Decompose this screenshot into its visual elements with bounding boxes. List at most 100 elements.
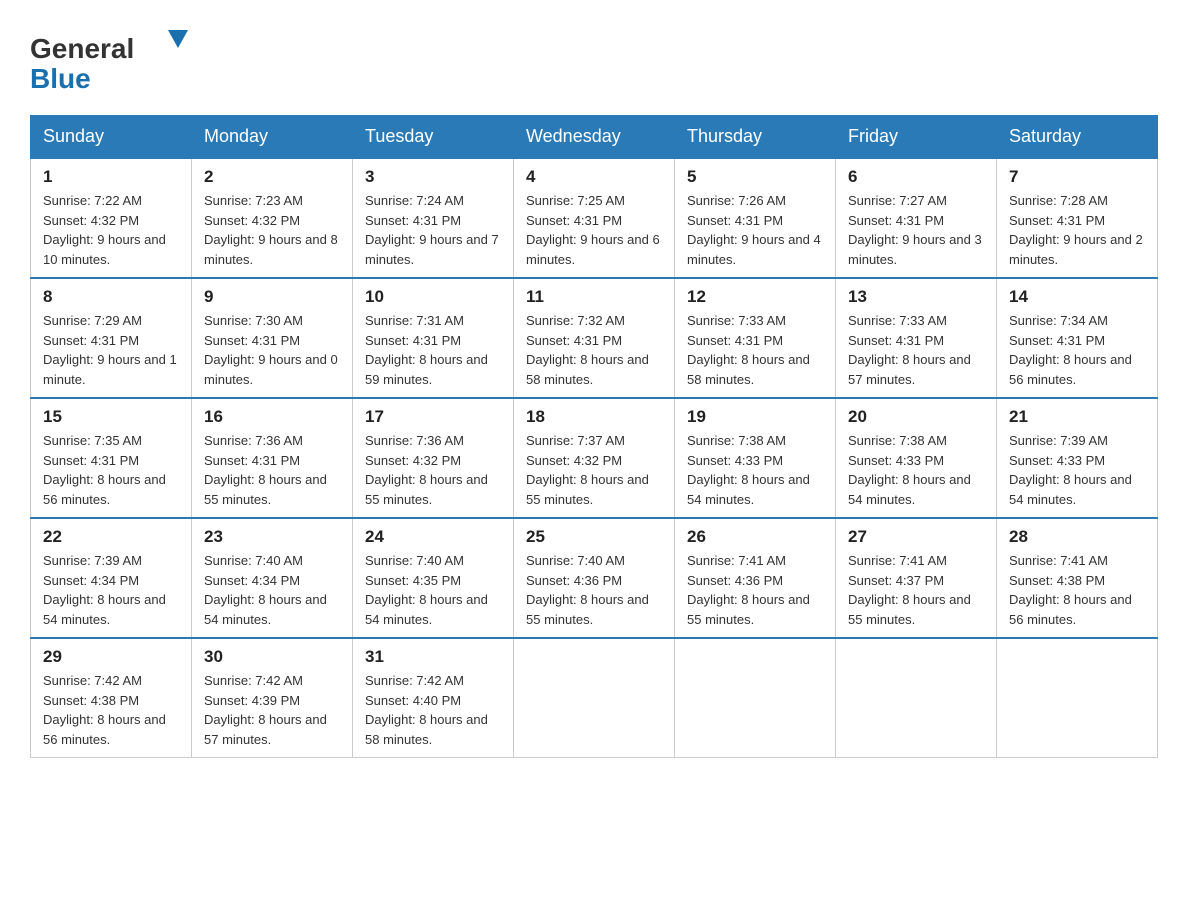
day-info: Sunrise: 7:30 AM Sunset: 4:31 PM Dayligh… (204, 311, 340, 389)
sunset-label: Sunset: 4:32 PM (204, 213, 300, 228)
sunrise-label: Sunrise: 7:28 AM (1009, 193, 1108, 208)
calendar-day-cell: 23 Sunrise: 7:40 AM Sunset: 4:34 PM Dayl… (192, 518, 353, 638)
daylight-label: Daylight: 9 hours and 4 minutes. (687, 232, 821, 267)
day-info: Sunrise: 7:28 AM Sunset: 4:31 PM Dayligh… (1009, 191, 1145, 269)
sunset-label: Sunset: 4:31 PM (365, 333, 461, 348)
calendar-day-cell: 13 Sunrise: 7:33 AM Sunset: 4:31 PM Dayl… (836, 278, 997, 398)
day-number: 20 (848, 407, 984, 427)
day-number: 28 (1009, 527, 1145, 547)
calendar-day-cell: 7 Sunrise: 7:28 AM Sunset: 4:31 PM Dayli… (997, 158, 1158, 278)
sunrise-label: Sunrise: 7:31 AM (365, 313, 464, 328)
calendar-week-row: 29 Sunrise: 7:42 AM Sunset: 4:38 PM Dayl… (31, 638, 1158, 758)
calendar-day-cell: 26 Sunrise: 7:41 AM Sunset: 4:36 PM Dayl… (675, 518, 836, 638)
calendar-day-cell: 15 Sunrise: 7:35 AM Sunset: 4:31 PM Dayl… (31, 398, 192, 518)
calendar-week-row: 15 Sunrise: 7:35 AM Sunset: 4:31 PM Dayl… (31, 398, 1158, 518)
daylight-label: Daylight: 8 hours and 54 minutes. (1009, 472, 1132, 507)
sunrise-label: Sunrise: 7:41 AM (1009, 553, 1108, 568)
sunset-label: Sunset: 4:33 PM (848, 453, 944, 468)
daylight-label: Daylight: 8 hours and 55 minutes. (204, 472, 327, 507)
daylight-label: Daylight: 8 hours and 59 minutes. (365, 352, 488, 387)
day-info: Sunrise: 7:35 AM Sunset: 4:31 PM Dayligh… (43, 431, 179, 509)
day-number: 24 (365, 527, 501, 547)
sunrise-label: Sunrise: 7:40 AM (526, 553, 625, 568)
day-number: 21 (1009, 407, 1145, 427)
page-header: General Blue (30, 20, 1158, 95)
sunset-label: Sunset: 4:31 PM (1009, 213, 1105, 228)
day-number: 1 (43, 167, 179, 187)
day-of-week-header: Thursday (675, 116, 836, 159)
daylight-label: Daylight: 9 hours and 8 minutes. (204, 232, 338, 267)
day-number: 19 (687, 407, 823, 427)
sunrise-label: Sunrise: 7:42 AM (43, 673, 142, 688)
daylight-label: Daylight: 9 hours and 0 minutes. (204, 352, 338, 387)
day-info: Sunrise: 7:38 AM Sunset: 4:33 PM Dayligh… (848, 431, 984, 509)
sunrise-label: Sunrise: 7:32 AM (526, 313, 625, 328)
day-number: 16 (204, 407, 340, 427)
sunrise-label: Sunrise: 7:36 AM (204, 433, 303, 448)
calendar-day-cell: 1 Sunrise: 7:22 AM Sunset: 4:32 PM Dayli… (31, 158, 192, 278)
daylight-label: Daylight: 8 hours and 54 minutes. (687, 472, 810, 507)
calendar-day-cell: 17 Sunrise: 7:36 AM Sunset: 4:32 PM Dayl… (353, 398, 514, 518)
day-number: 17 (365, 407, 501, 427)
calendar-day-cell: 19 Sunrise: 7:38 AM Sunset: 4:33 PM Dayl… (675, 398, 836, 518)
sunset-label: Sunset: 4:31 PM (1009, 333, 1105, 348)
daylight-label: Daylight: 8 hours and 55 minutes. (687, 592, 810, 627)
day-number: 31 (365, 647, 501, 667)
sunrise-label: Sunrise: 7:41 AM (848, 553, 947, 568)
day-info: Sunrise: 7:36 AM Sunset: 4:32 PM Dayligh… (365, 431, 501, 509)
sunset-label: Sunset: 4:38 PM (1009, 573, 1105, 588)
day-info: Sunrise: 7:26 AM Sunset: 4:31 PM Dayligh… (687, 191, 823, 269)
calendar-day-cell: 27 Sunrise: 7:41 AM Sunset: 4:37 PM Dayl… (836, 518, 997, 638)
calendar-day-cell (836, 638, 997, 758)
calendar-day-cell: 22 Sunrise: 7:39 AM Sunset: 4:34 PM Dayl… (31, 518, 192, 638)
sunrise-label: Sunrise: 7:24 AM (365, 193, 464, 208)
sunset-label: Sunset: 4:35 PM (365, 573, 461, 588)
day-info: Sunrise: 7:22 AM Sunset: 4:32 PM Dayligh… (43, 191, 179, 269)
sunset-label: Sunset: 4:31 PM (204, 453, 300, 468)
daylight-label: Daylight: 8 hours and 55 minutes. (526, 592, 649, 627)
daylight-label: Daylight: 8 hours and 54 minutes. (204, 592, 327, 627)
sunset-label: Sunset: 4:31 PM (43, 333, 139, 348)
sunrise-label: Sunrise: 7:22 AM (43, 193, 142, 208)
day-number: 18 (526, 407, 662, 427)
calendar-day-cell: 10 Sunrise: 7:31 AM Sunset: 4:31 PM Dayl… (353, 278, 514, 398)
day-number: 5 (687, 167, 823, 187)
daylight-label: Daylight: 9 hours and 3 minutes. (848, 232, 982, 267)
day-info: Sunrise: 7:33 AM Sunset: 4:31 PM Dayligh… (687, 311, 823, 389)
sunrise-label: Sunrise: 7:23 AM (204, 193, 303, 208)
sunset-label: Sunset: 4:38 PM (43, 693, 139, 708)
calendar-day-cell: 28 Sunrise: 7:41 AM Sunset: 4:38 PM Dayl… (997, 518, 1158, 638)
calendar-header-row: SundayMondayTuesdayWednesdayThursdayFrid… (31, 116, 1158, 159)
sunrise-label: Sunrise: 7:39 AM (43, 553, 142, 568)
day-info: Sunrise: 7:40 AM Sunset: 4:34 PM Dayligh… (204, 551, 340, 629)
day-number: 27 (848, 527, 984, 547)
daylight-label: Daylight: 8 hours and 56 minutes. (43, 472, 166, 507)
sunrise-label: Sunrise: 7:38 AM (848, 433, 947, 448)
daylight-label: Daylight: 8 hours and 57 minutes. (848, 352, 971, 387)
sunrise-label: Sunrise: 7:38 AM (687, 433, 786, 448)
sunrise-label: Sunrise: 7:26 AM (687, 193, 786, 208)
day-info: Sunrise: 7:34 AM Sunset: 4:31 PM Dayligh… (1009, 311, 1145, 389)
day-info: Sunrise: 7:36 AM Sunset: 4:31 PM Dayligh… (204, 431, 340, 509)
sunset-label: Sunset: 4:31 PM (204, 333, 300, 348)
daylight-label: Daylight: 9 hours and 10 minutes. (43, 232, 166, 267)
daylight-label: Daylight: 9 hours and 7 minutes. (365, 232, 499, 267)
day-of-week-header: Monday (192, 116, 353, 159)
sunrise-label: Sunrise: 7:33 AM (687, 313, 786, 328)
day-info: Sunrise: 7:27 AM Sunset: 4:31 PM Dayligh… (848, 191, 984, 269)
daylight-label: Daylight: 8 hours and 54 minutes. (365, 592, 488, 627)
day-number: 25 (526, 527, 662, 547)
daylight-label: Daylight: 8 hours and 54 minutes. (43, 592, 166, 627)
sunset-label: Sunset: 4:40 PM (365, 693, 461, 708)
calendar-day-cell: 14 Sunrise: 7:34 AM Sunset: 4:31 PM Dayl… (997, 278, 1158, 398)
sunset-label: Sunset: 4:34 PM (43, 573, 139, 588)
day-info: Sunrise: 7:41 AM Sunset: 4:38 PM Dayligh… (1009, 551, 1145, 629)
sunrise-label: Sunrise: 7:39 AM (1009, 433, 1108, 448)
day-of-week-header: Saturday (997, 116, 1158, 159)
day-number: 6 (848, 167, 984, 187)
svg-text:Blue: Blue (30, 63, 91, 94)
sunset-label: Sunset: 4:36 PM (687, 573, 783, 588)
sunrise-label: Sunrise: 7:34 AM (1009, 313, 1108, 328)
sunrise-label: Sunrise: 7:40 AM (204, 553, 303, 568)
daylight-label: Daylight: 9 hours and 2 minutes. (1009, 232, 1143, 267)
